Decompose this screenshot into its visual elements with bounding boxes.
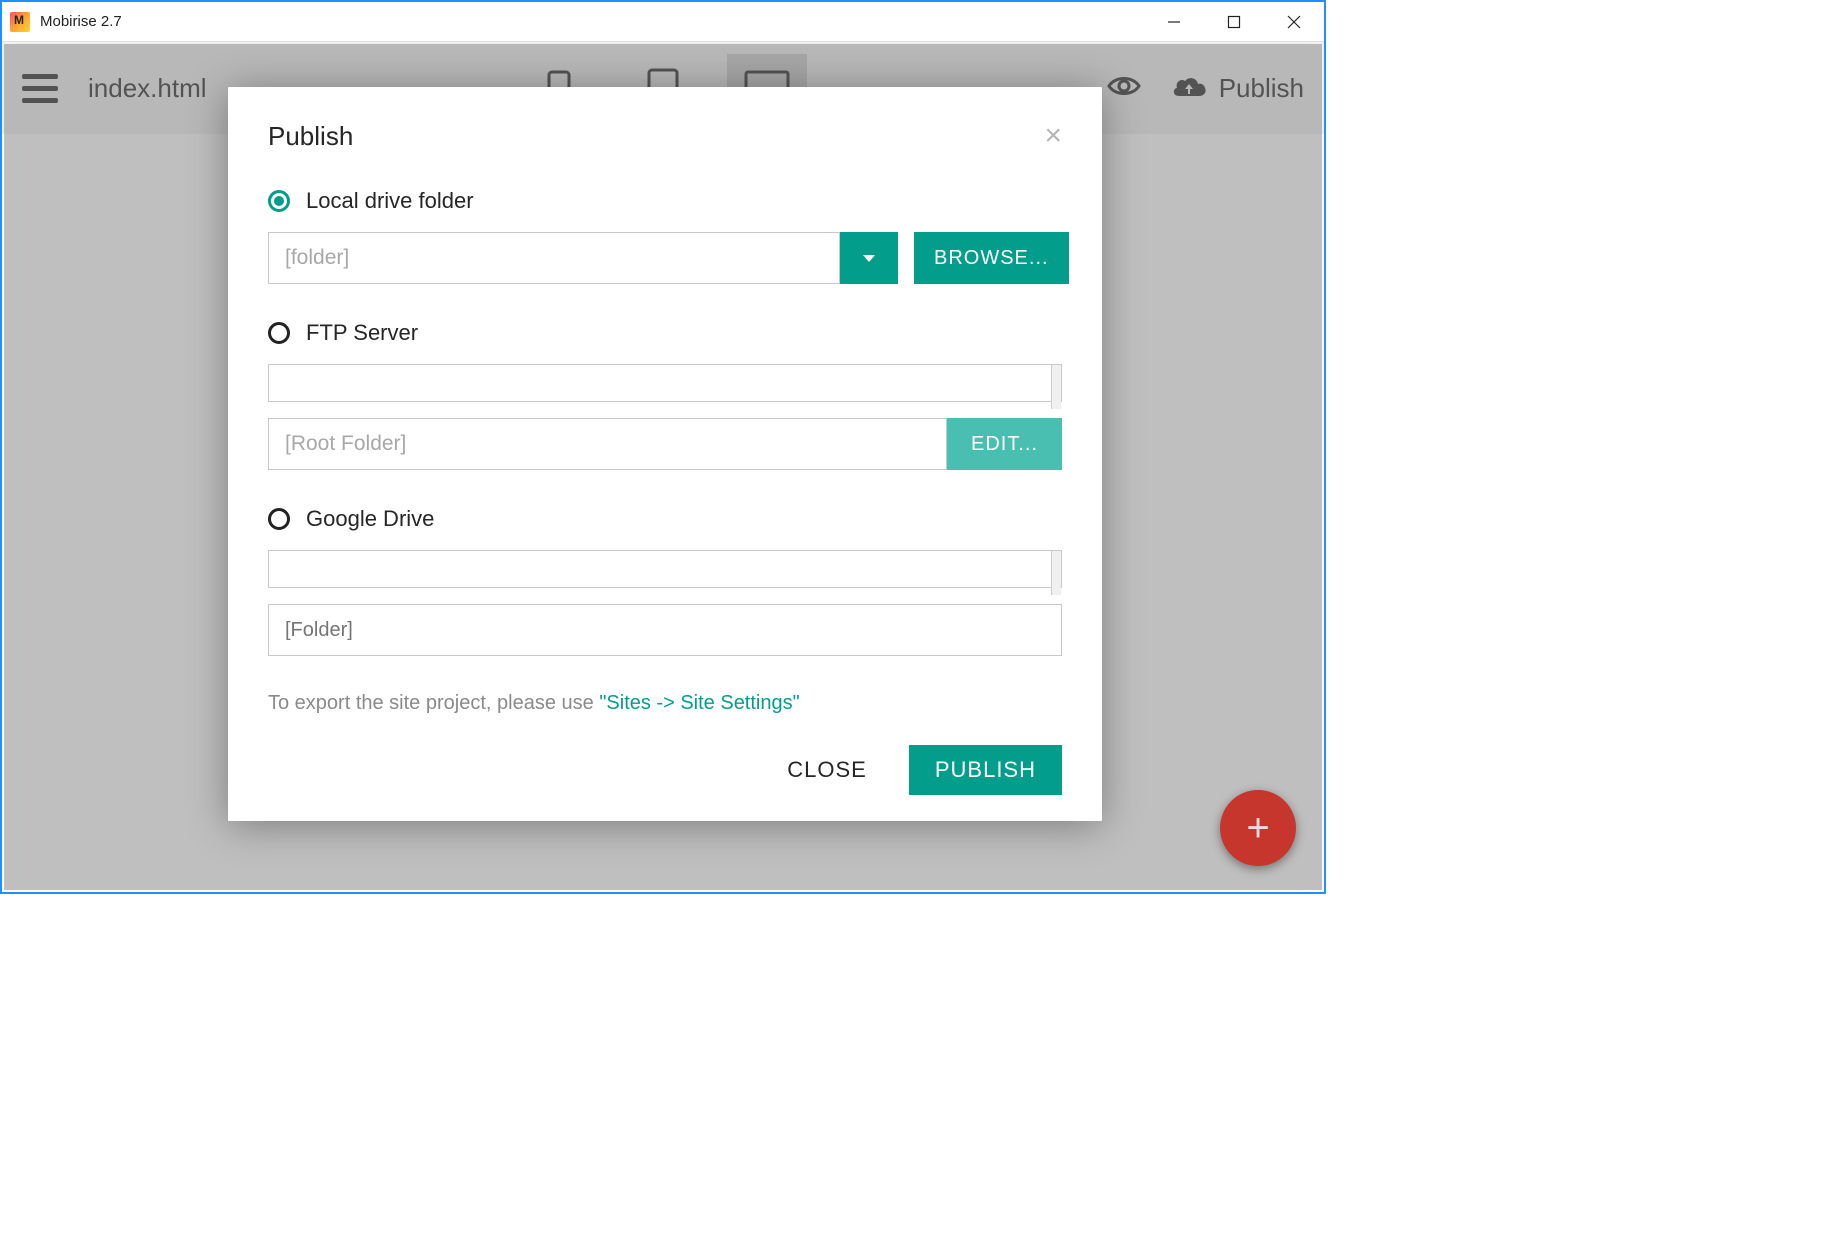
gdrive-account-input-wrapper (268, 550, 1062, 596)
window-title: Mobirise 2.7 (40, 13, 122, 30)
app-icon (10, 12, 30, 32)
radio-local-label: Local drive folder (306, 188, 474, 214)
ftp-root-row: EDIT... (268, 418, 1062, 470)
add-block-fab[interactable]: + (1220, 790, 1296, 866)
radio-gdrive-label: Google Drive (306, 506, 434, 532)
radio-gdrive[interactable] (268, 508, 290, 530)
option-local-radio-row[interactable]: Local drive folder (268, 188, 1062, 214)
ftp-server-stepper[interactable] (1051, 365, 1061, 409)
window-minimize-button[interactable] (1144, 2, 1204, 41)
window-titlebar: Mobirise 2.7 (2, 2, 1324, 42)
modal-header: Publish × (268, 121, 1062, 152)
option-ftp: FTP Server EDIT... (268, 320, 1062, 470)
gdrive-folder-input[interactable] (268, 604, 1062, 656)
app-window: Mobirise 2.7 index.html (0, 0, 1326, 894)
gdrive-account-stepper[interactable] (1051, 551, 1061, 595)
radio-ftp-label: FTP Server (306, 320, 418, 346)
browse-button[interactable]: BROWSE... (914, 232, 1069, 284)
option-local: Local drive folder BROWSE... (268, 188, 1062, 284)
radio-local[interactable] (268, 190, 290, 212)
gdrive-account-input[interactable] (268, 550, 1062, 588)
local-folder-input[interactable] (268, 232, 840, 284)
plus-icon: + (1246, 808, 1269, 848)
publish-submit-button[interactable]: PUBLISH (909, 745, 1062, 795)
ftp-root-input[interactable] (268, 418, 947, 470)
ftp-edit-button[interactable]: EDIT... (947, 418, 1062, 470)
export-hint: To export the site project, please use "… (268, 692, 1062, 715)
option-gdrive-radio-row[interactable]: Google Drive (268, 506, 1062, 532)
modal-close-icon[interactable]: × (1044, 121, 1062, 151)
modal-title: Publish (268, 121, 353, 152)
ftp-server-input-wrapper (268, 364, 1062, 410)
window-close-button[interactable] (1264, 2, 1324, 41)
close-button[interactable]: CLOSE (769, 745, 885, 795)
ftp-server-input[interactable] (268, 364, 1062, 402)
option-ftp-radio-row[interactable]: FTP Server (268, 320, 1062, 346)
export-hint-text: To export the site project, please use (268, 692, 599, 714)
window-maximize-button[interactable] (1204, 2, 1264, 41)
modal-footer: CLOSE PUBLISH (268, 745, 1062, 795)
radio-ftp[interactable] (268, 322, 290, 344)
publish-modal: Publish × Local drive folder BROWSE... F… (228, 87, 1102, 821)
option-gdrive: Google Drive (268, 506, 1062, 664)
window-controls (1144, 2, 1324, 41)
local-folder-dropdown[interactable] (840, 232, 898, 284)
export-hint-link[interactable]: "Sites -> Site Settings" (599, 692, 799, 714)
local-input-row: BROWSE... (268, 232, 1062, 284)
local-input-group (268, 232, 898, 284)
